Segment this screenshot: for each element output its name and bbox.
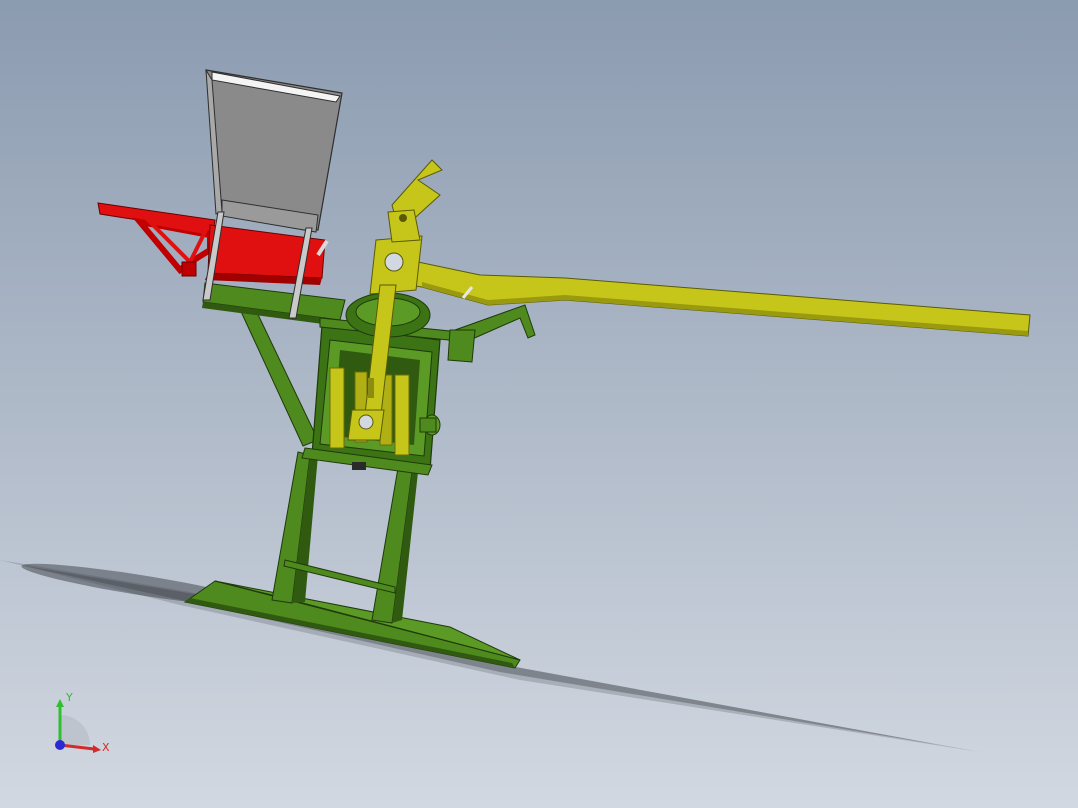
background (0, 0, 1078, 808)
axis-x-label: X (102, 741, 110, 754)
cad-viewport[interactable]: Y X (0, 0, 1078, 808)
axis-z-dot (55, 740, 65, 750)
axis-y-label: Y (65, 691, 73, 704)
cad-scene[interactable]: Y X (0, 0, 1078, 808)
